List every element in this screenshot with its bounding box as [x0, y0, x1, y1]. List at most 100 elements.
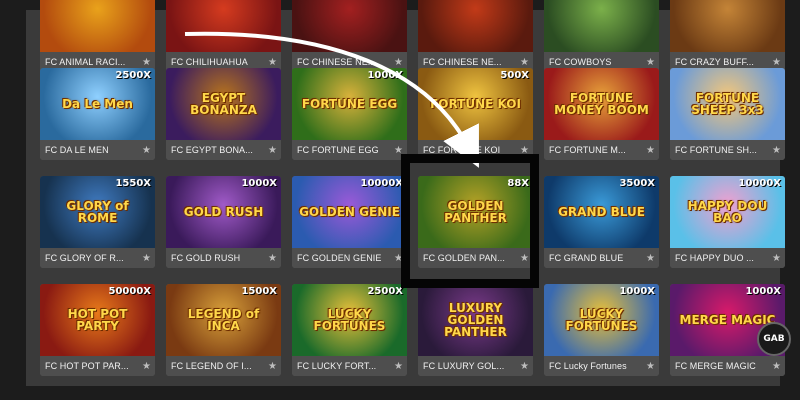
game-thumbnail[interactable]	[418, 0, 533, 52]
favorite-star-icon[interactable]: ★	[268, 253, 277, 264]
game-card[interactable]: FC ANIMAL RACI... ★	[40, 0, 155, 72]
game-thumbnail[interactable]: LUCKY FORTUNES 1000X	[544, 284, 659, 356]
frame-left	[0, 0, 26, 400]
favorite-star-icon[interactable]: ★	[394, 57, 403, 68]
max-multiplier: 1000X	[367, 70, 403, 81]
game-caption: FC LEGEND OF I... ★	[166, 356, 281, 376]
favorite-star-icon[interactable]: ★	[646, 253, 655, 264]
game-card[interactable]: FORTUNE EGG 1000X FC FORTUNE EGG ★	[292, 68, 407, 160]
max-multiplier: 1000X	[241, 178, 277, 189]
frame-bottom	[0, 386, 800, 400]
game-thumbnail[interactable]: GLORY of ROME 1550X	[40, 176, 155, 248]
favorite-star-icon[interactable]: ★	[268, 57, 277, 68]
game-caption: FC GOLD RUSH ★	[166, 248, 281, 268]
game-thumbnail[interactable]: HAPPY DOU BAO 10000X	[670, 176, 785, 248]
game-name: FC COWBOYS	[549, 57, 612, 67]
game-card[interactable]: FORTUNE KOI 500X FC FORTUNE KOI ★	[418, 68, 533, 160]
game-card[interactable]: FC CHINESE NE... ★	[418, 0, 533, 72]
game-thumbnail[interactable]: GOLDEN GENIE 10000X	[292, 176, 407, 248]
game-logo-text: GOLD RUSH	[183, 205, 264, 219]
game-name: FC LEGEND OF I...	[171, 361, 252, 371]
game-thumbnail[interactable]: LEGEND of INCA 1500X	[166, 284, 281, 356]
favorite-star-icon[interactable]: ★	[520, 361, 529, 372]
game-card[interactable]: EGYPT BONANZA FC EGYPT BONA... ★	[166, 68, 281, 160]
game-thumbnail[interactable]	[670, 0, 785, 52]
game-name: FC GOLD RUSH	[171, 253, 241, 263]
game-name: FC Lucky Fortunes	[549, 361, 627, 371]
game-card[interactable]: LEGEND of INCA 1500X FC LEGEND OF I... ★	[166, 284, 281, 376]
game-thumbnail[interactable]: FORTUNE KOI 500X	[418, 68, 533, 140]
game-logo-text: FORTUNE SHEEP 3x3	[691, 91, 764, 117]
game-name: FC GOLDEN GENIE	[297, 253, 382, 263]
highlight-box	[401, 154, 539, 288]
game-thumbnail[interactable]: GRAND BLUE 3500X	[544, 176, 659, 248]
game-logo-text: LEGEND of INCA	[187, 307, 260, 333]
game-name: FC FORTUNE M...	[549, 145, 626, 155]
game-name: FC HAPPY DUO ...	[675, 253, 754, 263]
game-logo-text: HOT POT PARTY	[67, 307, 128, 333]
max-multiplier: 2500X	[367, 286, 403, 297]
favorite-star-icon[interactable]: ★	[142, 57, 151, 68]
favorite-star-icon[interactable]: ★	[394, 361, 403, 372]
game-card[interactable]: LUXURY GOLDEN PANTHER FC LUXURY GOL... ★	[418, 284, 533, 376]
game-name: FC MERGE MAGIC	[675, 361, 756, 371]
game-caption: FC GRAND BLUE ★	[544, 248, 659, 268]
game-name: FC HOT POT PAR...	[45, 361, 129, 371]
game-card[interactable]: FC CRAZY BUFF... ★	[670, 0, 785, 72]
game-thumbnail[interactable]	[544, 0, 659, 52]
game-card[interactable]: FORTUNE SHEEP 3x3 FC FORTUNE SH... ★	[670, 68, 785, 160]
game-name: FC FORTUNE SH...	[675, 145, 757, 155]
game-card[interactable]: HOT POT PARTY 50000X FC HOT POT PAR... ★	[40, 284, 155, 376]
max-multiplier: 3500X	[619, 178, 655, 189]
favorite-star-icon[interactable]: ★	[142, 253, 151, 264]
game-logo-text: FORTUNE EGG	[301, 97, 398, 111]
favorite-star-icon[interactable]: ★	[646, 361, 655, 372]
max-multiplier: 1000X	[745, 286, 781, 297]
game-name: FC GRAND BLUE	[549, 253, 624, 263]
favorite-star-icon[interactable]: ★	[646, 57, 655, 68]
game-card[interactable]: HAPPY DOU BAO 10000X FC HAPPY DUO ... ★	[670, 176, 785, 268]
favorite-star-icon[interactable]: ★	[142, 361, 151, 372]
game-thumbnail[interactable]: EGYPT BONANZA	[166, 68, 281, 140]
game-caption: FC LUXURY GOL... ★	[418, 356, 533, 376]
game-card[interactable]: LUCKY FORTUNES 1000X FC Lucky Fortunes ★	[544, 284, 659, 376]
game-thumbnail[interactable]: GOLD RUSH 1000X	[166, 176, 281, 248]
game-caption: FC GOLDEN GENIE ★	[292, 248, 407, 268]
max-multiplier: 1550X	[115, 178, 151, 189]
game-caption: FC MERGE MAGIC ★	[670, 356, 785, 376]
favorite-star-icon[interactable]: ★	[772, 361, 781, 372]
game-card[interactable]: FC COWBOYS ★	[544, 0, 659, 72]
game-thumbnail[interactable]: HOT POT PARTY 50000X	[40, 284, 155, 356]
favorite-star-icon[interactable]: ★	[142, 145, 151, 156]
game-name: FC CRAZY BUFF...	[675, 57, 754, 67]
game-thumbnail[interactable]: FORTUNE SHEEP 3x3	[670, 68, 785, 140]
game-card[interactable]: FC CHILIHUAHUA ★	[166, 0, 281, 72]
game-logo-text: Da Le Men	[62, 97, 133, 111]
favorite-star-icon[interactable]: ★	[772, 57, 781, 68]
game-thumbnail[interactable]	[292, 0, 407, 52]
favorite-star-icon[interactable]: ★	[520, 57, 529, 68]
game-card[interactable]: FORTUNE MONEY BOOM FC FORTUNE M... ★	[544, 68, 659, 160]
game-thumbnail[interactable]: LUCKY FORTUNES 2500X	[292, 284, 407, 356]
game-card[interactable]: GLORY of ROME 1550X FC GLORY OF R... ★	[40, 176, 155, 268]
game-thumbnail[interactable]: FORTUNE EGG 1000X	[292, 68, 407, 140]
game-card[interactable]: FC CHINESE NE... ★	[292, 0, 407, 72]
game-caption: FC Lucky Fortunes ★	[544, 356, 659, 376]
game-thumbnail[interactable]	[40, 0, 155, 52]
max-multiplier: 50000X	[108, 286, 152, 297]
game-thumbnail[interactable]	[166, 0, 281, 52]
favorite-star-icon[interactable]: ★	[772, 253, 781, 264]
favorite-star-icon[interactable]: ★	[646, 145, 655, 156]
game-card[interactable]: LUCKY FORTUNES 2500X FC LUCKY FORT... ★	[292, 284, 407, 376]
favorite-star-icon[interactable]: ★	[268, 145, 277, 156]
game-thumbnail[interactable]: FORTUNE MONEY BOOM	[544, 68, 659, 140]
game-card[interactable]: GOLDEN GENIE 10000X FC GOLDEN GENIE ★	[292, 176, 407, 268]
game-card[interactable]: GOLD RUSH 1000X FC GOLD RUSH ★	[166, 176, 281, 268]
favorite-star-icon[interactable]: ★	[772, 145, 781, 156]
favorite-star-icon[interactable]: ★	[268, 361, 277, 372]
game-card[interactable]: Da Le Men 2500X FC DA LE MEN ★	[40, 68, 155, 160]
game-name: FC LUCKY FORT...	[297, 361, 377, 371]
game-thumbnail[interactable]: LUXURY GOLDEN PANTHER	[418, 284, 533, 356]
game-card[interactable]: GRAND BLUE 3500X FC GRAND BLUE ★	[544, 176, 659, 268]
game-thumbnail[interactable]: Da Le Men 2500X	[40, 68, 155, 140]
